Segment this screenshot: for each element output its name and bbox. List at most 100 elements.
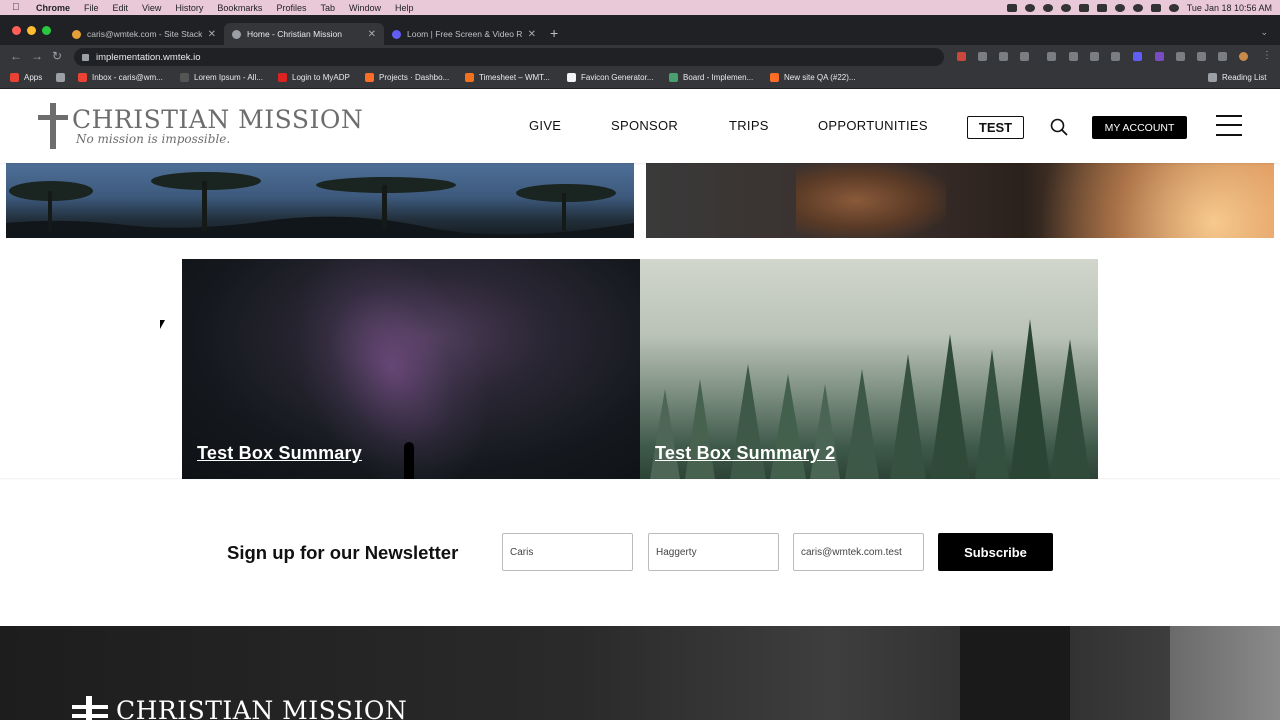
bookmark-gitlab-projects[interactable]: Projects · Dashbo... xyxy=(365,73,449,82)
bookmark-label: Login to MyADP xyxy=(292,73,350,82)
share-icon[interactable] xyxy=(999,52,1008,61)
close-window-icon[interactable] xyxy=(12,26,21,35)
menu-file[interactable]: File xyxy=(84,3,99,13)
site-stacker-favicon-icon xyxy=(72,29,81,39)
creative-cloud-icon[interactable] xyxy=(1060,3,1071,12)
test-box-summary-card[interactable]: Test Box Summary xyxy=(182,259,640,479)
test-button[interactable]: TEST xyxy=(967,116,1024,139)
forward-arrow-icon[interactable]: → xyxy=(31,50,43,62)
bookmark-gmail[interactable]: Inbox - caris@wm... xyxy=(78,73,163,82)
menu-bookmarks[interactable]: Bookmarks xyxy=(217,3,262,13)
loom-favicon-icon xyxy=(392,29,401,39)
search-icon[interactable] xyxy=(1050,118,1068,136)
extension-icon[interactable] xyxy=(1047,52,1056,61)
app-menu: Chrome File Edit View History Bookmarks … xyxy=(36,3,428,13)
nav-give[interactable]: GIVE xyxy=(529,118,561,133)
reload-icon[interactable]: ↻ xyxy=(52,50,62,62)
status-area: Tue Jan 18 10:56 AM xyxy=(1006,0,1272,15)
url-bar[interactable]: implementation.wmtek.io xyxy=(74,48,944,66)
minimize-window-icon[interactable] xyxy=(27,26,36,35)
bookmark-folder[interactable] xyxy=(56,73,70,82)
menu-help[interactable]: Help xyxy=(395,3,414,13)
bookmark-board[interactable]: Board - Implemen... xyxy=(669,73,753,82)
camera-icon[interactable] xyxy=(1111,52,1120,61)
nav-sponsor[interactable]: SPONSOR xyxy=(611,118,678,133)
tab-search-chevron-icon[interactable]: ⌄ xyxy=(1260,27,1268,38)
nav-opportunities[interactable]: OPPORTUNITIES xyxy=(818,118,928,133)
nav-trips[interactable]: TRIPS xyxy=(729,118,769,133)
footer-background-image xyxy=(960,626,1070,720)
standing-person-silhouette xyxy=(404,442,414,479)
extension-icon[interactable] xyxy=(1176,52,1185,61)
spotlight-icon[interactable] xyxy=(1132,3,1143,12)
menu-history[interactable]: History xyxy=(175,3,203,13)
menu-edit[interactable]: Edit xyxy=(113,3,129,13)
battery-icon[interactable] xyxy=(1096,3,1107,12)
extension-icon[interactable] xyxy=(1155,52,1164,61)
bookmark-apps[interactable]: Apps xyxy=(10,73,42,82)
apps-grid-icon xyxy=(10,73,19,82)
acacia-savanna-image xyxy=(6,163,634,238)
menu-app-name[interactable]: Chrome xyxy=(36,3,70,13)
my-account-button[interactable]: MY ACCOUNT xyxy=(1092,116,1187,139)
bookmark-label: New site QA (#22)... xyxy=(784,73,856,82)
bookmark-favicon-generator[interactable]: Favicon Generator... xyxy=(567,73,653,82)
profile-avatar[interactable] xyxy=(1239,52,1248,61)
wifi-icon[interactable] xyxy=(1114,3,1125,12)
control-center-icon[interactable] xyxy=(1150,3,1161,12)
tab-site-stacker[interactable]: caris@wmtek.com - Site Stack ✕ xyxy=(64,23,224,45)
site-footer: CHRISTIAN MISSION xyxy=(0,626,1280,720)
box-title-link[interactable]: Test Box Summary xyxy=(197,443,362,464)
extension-icon[interactable] xyxy=(957,52,966,61)
bookmark-label: Projects · Dashbo... xyxy=(379,73,450,82)
test-box-summary-2-card[interactable]: Test Box Summary 2 xyxy=(640,259,1098,479)
email-field[interactable]: caris@wmtek.com.test xyxy=(793,533,924,571)
menu-profiles[interactable]: Profiles xyxy=(276,3,306,13)
page-viewport[interactable]: CHRISTIAN MISSION No mission is impossib… xyxy=(0,90,1280,720)
menu-tab[interactable]: Tab xyxy=(320,3,335,13)
menu-view[interactable]: View xyxy=(142,3,161,13)
footer-cross-logo-icon xyxy=(72,696,108,720)
close-tab-icon[interactable]: ✕ xyxy=(208,29,216,40)
record-status-icon[interactable] xyxy=(1042,3,1053,12)
tab-christian-mission[interactable]: Home - Christian Mission ✕ xyxy=(224,23,384,45)
last-name-field[interactable]: Haggerty xyxy=(648,533,779,571)
close-tab-icon[interactable]: ✕ xyxy=(368,29,376,40)
siri-icon[interactable] xyxy=(1168,3,1179,12)
puzzle-icon[interactable] xyxy=(1197,52,1206,61)
extension-icon[interactable] xyxy=(1090,52,1099,61)
hamburger-menu-icon[interactable] xyxy=(1216,115,1242,137)
board-icon xyxy=(669,73,678,82)
reading-list[interactable]: Reading List xyxy=(1208,73,1266,82)
bookmark-lorem-ipsum[interactable]: Lorem Ipsum - All... xyxy=(180,73,263,82)
back-arrow-icon[interactable]: ← xyxy=(10,50,22,62)
tab-loom[interactable]: Loom | Free Screen & Video Re ✕ xyxy=(384,23,544,45)
box-title-link[interactable]: Test Box Summary 2 xyxy=(655,443,835,464)
extension-icon[interactable] xyxy=(1069,52,1078,61)
bookmark-new-site-qa[interactable]: New site QA (#22)... xyxy=(770,73,856,82)
window-controls xyxy=(12,26,51,35)
menu-window[interactable]: Window xyxy=(349,3,381,13)
more-menu-icon[interactable]: ⋮ xyxy=(1262,50,1272,62)
bookmark-star-icon[interactable] xyxy=(1020,52,1029,61)
menubar-clock[interactable]: Tue Jan 18 10:56 AM xyxy=(1187,3,1272,13)
footer-logo-name[interactable]: CHRISTIAN MISSION xyxy=(116,696,407,720)
new-tab-icon[interactable]: + xyxy=(550,26,558,40)
first-name-field[interactable]: Caris xyxy=(502,533,633,571)
site-logo[interactable]: CHRISTIAN MISSION No mission is impossib… xyxy=(38,103,363,151)
reading-mode-icon[interactable] xyxy=(1218,52,1227,61)
lock-icon[interactable] xyxy=(82,53,89,61)
subscribe-button[interactable]: Subscribe xyxy=(938,533,1053,571)
bookmark-timesheet[interactable]: Timesheet – WMT... xyxy=(465,73,550,82)
bluetooth-icon[interactable] xyxy=(1078,3,1089,12)
close-tab-icon[interactable]: ✕ xyxy=(528,29,536,40)
loom-icon[interactable] xyxy=(1133,52,1142,61)
bookmark-adp[interactable]: Login to MyADP xyxy=(278,73,350,82)
apple-menu-icon[interactable]:  xyxy=(12,2,24,13)
settings-status-icon[interactable] xyxy=(1024,3,1035,12)
gmail-icon xyxy=(78,73,87,82)
zoom-icon[interactable] xyxy=(978,52,987,61)
microphone-icon[interactable] xyxy=(1006,3,1017,12)
reading-list-icon xyxy=(1208,73,1217,82)
maximize-window-icon[interactable] xyxy=(42,26,51,35)
